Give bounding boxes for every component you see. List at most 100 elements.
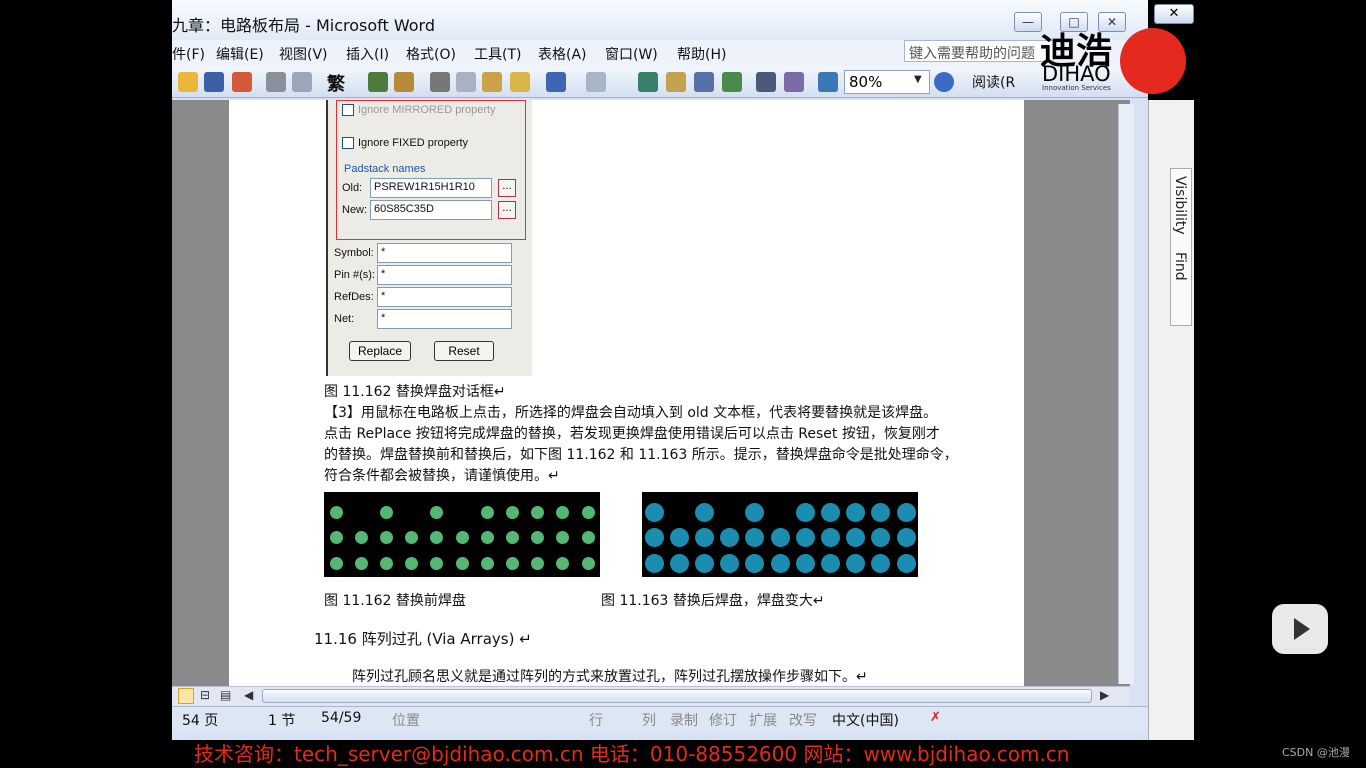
pad-dot [531, 531, 545, 545]
new-browse-button: ... [498, 201, 516, 219]
drawing-icon[interactable] [784, 72, 804, 92]
replace-button: Replace [349, 341, 411, 361]
status-ext[interactable]: 扩展 [749, 710, 777, 730]
pad-dot [795, 528, 815, 548]
menu-tools[interactable]: 工具(T) [474, 44, 521, 64]
pad-dot [505, 531, 519, 545]
insert-table-icon[interactable] [694, 72, 714, 92]
status-pages: 54/59 [321, 710, 362, 726]
pad-dot [896, 554, 916, 574]
pad-dot [871, 554, 891, 574]
menu-format[interactable]: 格式(O) [406, 44, 456, 64]
pad-dot [669, 554, 689, 574]
pad-dot [430, 531, 444, 545]
pad-dot [846, 528, 866, 548]
read-button[interactable]: 阅读(R [972, 72, 1015, 92]
tables-borders-icon[interactable] [666, 72, 686, 92]
pad-dot [820, 502, 840, 522]
pad-dot [820, 528, 840, 548]
pads-after-image [642, 492, 918, 577]
open-icon[interactable] [178, 72, 198, 92]
section-body: 阵列过孔顾名思义就是通过阵列的方式来放置过孔，阵列过孔摆放操作步骤如下。↵ [352, 669, 868, 685]
columns-icon[interactable] [756, 72, 776, 92]
pad-dot [820, 554, 840, 574]
pad-dot [745, 528, 765, 548]
pad-dot [531, 557, 545, 571]
pin-label: Pin #(s): [334, 269, 375, 281]
horizontal-scroll-thumb[interactable] [262, 689, 1092, 703]
copy-icon[interactable] [456, 72, 476, 92]
pad-dot [720, 528, 740, 548]
undo-icon[interactable] [546, 72, 566, 92]
pad-dot [505, 505, 519, 519]
status-rec[interactable]: 录制 [670, 710, 698, 730]
insert-excel-icon[interactable] [722, 72, 742, 92]
menu-file[interactable]: 件(F) [172, 44, 205, 64]
visibility-tab[interactable]: Visibility [1172, 176, 1188, 235]
pad-dot [795, 502, 815, 522]
ignore-mirrored-label: Ignore MIRRORED property [358, 104, 496, 116]
spelling-status-icon[interactable]: ✗ [930, 710, 941, 725]
pad-dot [556, 531, 570, 545]
paste-icon[interactable] [482, 72, 502, 92]
pad-dot [480, 531, 494, 545]
menu-edit[interactable]: 编辑(E) [216, 44, 264, 64]
help-search-input[interactable]: 键入需要帮助的问题 [904, 40, 1054, 62]
redo-icon[interactable] [586, 72, 606, 92]
net-label: Net: [334, 313, 355, 325]
format-painter-icon[interactable] [510, 72, 530, 92]
pad-dot [644, 502, 664, 522]
pads-before-image [324, 492, 600, 577]
permission-icon[interactable] [232, 72, 252, 92]
menu-table[interactable]: 表格(A) [538, 44, 587, 64]
old-label: Old: [342, 182, 363, 194]
vertical-scrollbar[interactable] [1118, 104, 1134, 684]
pad-dot [644, 528, 664, 548]
trad-chinese-icon[interactable]: 繁 [327, 70, 345, 96]
pad-dot [770, 528, 790, 548]
pad-dot [871, 502, 891, 522]
menu-view[interactable]: 视图(V) [279, 44, 328, 64]
ignore-fixed-label: Ignore FIXED property [358, 137, 469, 149]
normal-view-icon[interactable] [178, 688, 194, 704]
word-window: 九章：电路板布局 - Microsoft Word — □ ✕ 件(F) 编辑(… [172, 0, 1148, 740]
play-button-icon[interactable] [1272, 604, 1328, 654]
figure-caption-dialog: 图 11.162 替换焊盘对话框↵ [324, 384, 506, 400]
spell-icon[interactable] [368, 72, 388, 92]
preview-icon[interactable] [292, 72, 312, 92]
refdes-label: RefDes: [334, 291, 374, 303]
research-icon[interactable] [394, 72, 414, 92]
save-icon[interactable] [204, 72, 224, 92]
dihao-tagline: Innovation Services [1042, 84, 1111, 92]
menu-window[interactable]: 窗口(W) [605, 44, 658, 64]
doc-map-icon[interactable] [818, 72, 838, 92]
pad-dot [644, 554, 664, 574]
ignore-mirrored-checkbox [342, 104, 354, 116]
pad-dot [694, 528, 714, 548]
status-trk[interactable]: 修订 [709, 710, 737, 730]
print-icon[interactable] [266, 72, 286, 92]
minimize-button[interactable]: — [1014, 12, 1042, 32]
web-view-icon[interactable]: ⊟ [200, 688, 210, 702]
find-tab[interactable]: Find [1172, 252, 1188, 281]
menu-help[interactable]: 帮助(H) [677, 44, 726, 64]
cut-icon[interactable] [430, 72, 450, 92]
hyperlink-icon[interactable] [638, 72, 658, 92]
menu-insert[interactable]: 插入(I) [346, 44, 389, 64]
print-view-icon[interactable]: ▤ [220, 688, 231, 702]
reset-button: Reset [434, 341, 494, 361]
status-ovr[interactable]: 改写 [789, 710, 817, 730]
pad-dot [480, 505, 494, 519]
help-icon[interactable] [934, 72, 954, 92]
zoom-dropdown-icon[interactable]: ▼ [914, 74, 922, 85]
new-label: New: [342, 204, 368, 216]
pad-dot [896, 528, 916, 548]
section-heading: 11.16 阵列过孔 (Via Arrays) ↵ [314, 630, 532, 648]
paragraph-line-2: 点击 RePlace 按钮将完成焊盘的替换，若发现更换焊盘使用错误后可以点击 R… [324, 426, 940, 442]
scroll-left-icon[interactable]: ◀ [244, 688, 253, 702]
outer-close-button[interactable]: ✕ [1154, 4, 1194, 24]
window-title: 九章：电路板布局 - Microsoft Word [172, 16, 435, 35]
paragraph-line-4: 符合条件都会被替换，请谨慎使用。↵ [324, 468, 560, 484]
pad-dot [379, 557, 393, 571]
scroll-right-icon[interactable]: ▶ [1100, 688, 1109, 702]
